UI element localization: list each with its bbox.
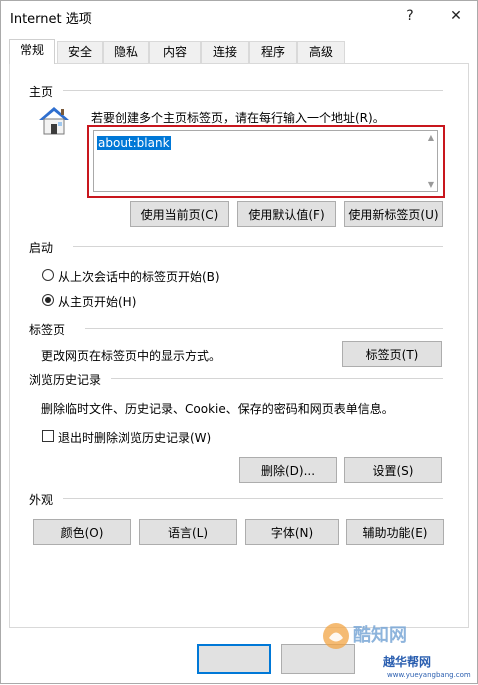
accessibility-button[interactable]: 辅助功能(E) xyxy=(346,519,444,545)
use-current-button[interactable]: 使用当前页(C) xyxy=(130,201,229,227)
tabs-description: 更改网页在标签页中的显示方式。 xyxy=(41,349,222,363)
homepage-address-input[interactable]: about:blank ▲ ▼ xyxy=(93,130,438,192)
use-default-button[interactable]: 使用默认值(F) xyxy=(237,201,336,227)
watermark: 酷知网 越华帮网 www.yueyangbang.com xyxy=(323,613,478,685)
tab-general[interactable]: 常规 xyxy=(9,39,55,64)
tab-content[interactable]: 内容 xyxy=(149,41,201,63)
watermark-logo-icon xyxy=(323,623,349,649)
tab-connections[interactable]: 连接 xyxy=(201,41,249,63)
use-new-tab-button[interactable]: 使用新标签页(U) xyxy=(344,201,443,227)
help-button[interactable]: ? xyxy=(395,4,425,28)
radio-last-session[interactable] xyxy=(42,269,54,281)
watermark-url: www.yueyangbang.com xyxy=(387,671,471,679)
tab-privacy[interactable]: 隐私 xyxy=(103,41,149,63)
radio-homepage-label: 从主页开始(H) xyxy=(58,295,137,309)
radio-homepage[interactable] xyxy=(42,294,54,306)
house-icon xyxy=(39,107,69,135)
homepage-section-title: 主页 xyxy=(29,83,60,100)
startup-section-title: 启动 xyxy=(29,239,60,256)
homepage-divider xyxy=(63,90,443,91)
radio-last-session-label: 从上次会话中的标签页开始(B) xyxy=(58,270,220,284)
history-description: 删除临时文件、历史记录、Cookie、保存的密码和网页表单信息。 xyxy=(41,402,394,416)
tab-security[interactable]: 安全 xyxy=(57,41,103,63)
tabs-divider xyxy=(85,328,443,329)
colors-button[interactable]: 颜色(O) xyxy=(33,519,131,545)
scroll-up-icon[interactable]: ▲ xyxy=(428,133,434,142)
fonts-button[interactable]: 字体(N) xyxy=(245,519,339,545)
watermark-brand: 酷知网 xyxy=(353,625,407,646)
languages-button[interactable]: 语言(L) xyxy=(139,519,237,545)
delete-on-exit-label: 退出时删除浏览历史记录(W) xyxy=(58,431,212,445)
appearance-divider xyxy=(63,498,443,499)
homepage-address-value: about:blank xyxy=(97,136,171,150)
watermark-brand-2: 越华帮网 xyxy=(383,655,432,669)
delete-history-button[interactable]: 删除(D)... xyxy=(239,457,337,483)
ok-button[interactable] xyxy=(197,644,271,674)
internet-options-dialog: Internet 选项 ? ✕ 常规 安全 隐私 内容 连接 程序 高级 主页 … xyxy=(0,0,478,684)
tab-programs[interactable]: 程序 xyxy=(249,41,297,63)
close-button[interactable]: ✕ xyxy=(441,4,471,28)
tabs-section-title: 标签页 xyxy=(29,321,72,338)
homepage-instruction: 若要创建多个主页标签页，请在每行输入一个地址(R)。 xyxy=(91,111,385,125)
delete-on-exit-checkbox[interactable] xyxy=(42,430,54,442)
history-section-title: 浏览历史记录 xyxy=(29,371,108,388)
appearance-section-title: 外观 xyxy=(29,491,60,508)
tab-strip: 常规 安全 隐私 内容 连接 程序 高级 xyxy=(9,39,469,64)
window-title: Internet 选项 xyxy=(10,12,92,27)
tabs-settings-button[interactable]: 标签页(T) xyxy=(342,341,442,367)
title-bar: Internet 选项 ? ✕ xyxy=(1,1,477,31)
history-settings-button[interactable]: 设置(S) xyxy=(344,457,442,483)
history-divider xyxy=(111,378,443,379)
tab-advanced[interactable]: 高级 xyxy=(297,41,345,63)
scroll-down-icon[interactable]: ▼ xyxy=(428,180,434,189)
startup-divider xyxy=(73,246,443,247)
